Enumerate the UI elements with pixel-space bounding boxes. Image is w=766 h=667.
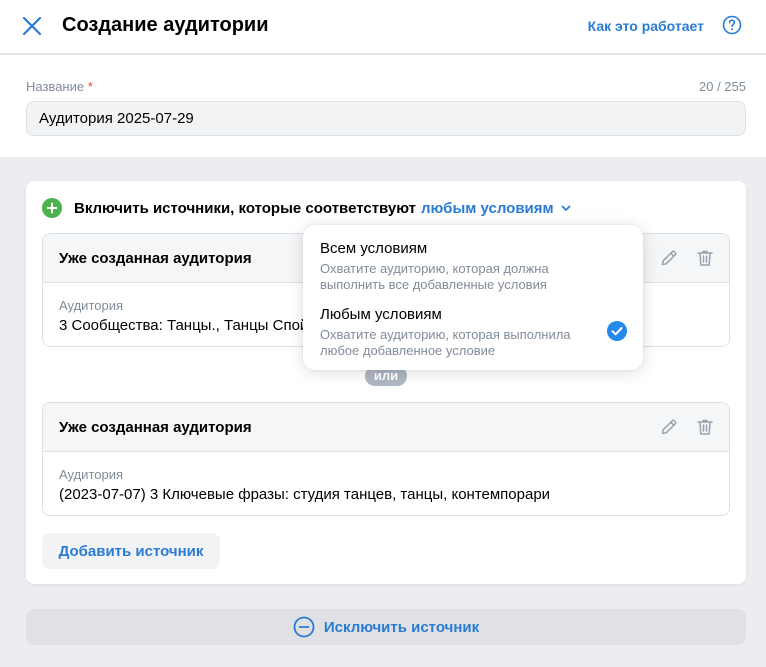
- trash-icon[interactable]: [695, 417, 715, 437]
- condition-selector[interactable]: любым условиям: [421, 200, 554, 217]
- source-title: Уже созданная аудитория: [59, 419, 252, 436]
- name-section: Название * 20 / 255: [0, 55, 766, 157]
- option-title: Всем условиям: [320, 240, 428, 257]
- page-title: Создание аудитории: [62, 14, 269, 36]
- source-value: (2023-07-07) 3 Ключевые фразы: студия та…: [59, 486, 551, 503]
- source-card: Уже созданная аудитория Аудитория (2023-…: [42, 402, 730, 516]
- pencil-icon[interactable]: [659, 417, 679, 437]
- option-description: Охватите аудиторию, которая выполнила лю…: [320, 327, 571, 358]
- plus-circle-icon: [42, 198, 62, 218]
- chevron-down-icon[interactable]: [560, 202, 572, 214]
- required-mark: *: [87, 79, 93, 94]
- check-circle-icon: [607, 321, 627, 341]
- option-title: Любым условиям: [320, 306, 442, 323]
- option-any-conditions[interactable]: Любым условиям Охватите аудиторию, котор…: [320, 306, 636, 359]
- name-char-counter: 20 / 255: [699, 79, 746, 94]
- source-label: Аудитория: [59, 467, 124, 482]
- name-label: Название *: [26, 79, 93, 94]
- audience-name-input[interactable]: [26, 101, 746, 136]
- exclude-source-button[interactable]: Исключить источник: [26, 609, 746, 645]
- include-condition-row: Включить источники, которые соответствую…: [42, 198, 572, 218]
- header: Создание аудитории Как это работает: [0, 0, 766, 54]
- source-label: Аудитория: [59, 298, 124, 313]
- option-description: Охватите аудиторию, которая должна выпол…: [320, 261, 549, 292]
- question-circle-icon[interactable]: [722, 15, 742, 35]
- source-title: Уже созданная аудитория: [59, 250, 252, 267]
- pencil-icon[interactable]: [659, 248, 679, 268]
- include-text: Включить источники, которые соответствую…: [74, 199, 417, 217]
- minus-circle-icon: [293, 616, 315, 638]
- source-value: 3 Сообщества: Танцы., Танцы Спой: [59, 317, 309, 334]
- option-all-conditions[interactable]: Всем условиям Охватите аудиторию, котора…: [320, 240, 636, 293]
- close-icon[interactable]: [20, 14, 44, 38]
- trash-icon[interactable]: [695, 248, 715, 268]
- add-source-button[interactable]: Добавить источник: [42, 533, 220, 569]
- exclude-source-label: Исключить источник: [323, 618, 480, 636]
- how-it-works-link[interactable]: Как это работает: [588, 18, 704, 34]
- source-header: Уже созданная аудитория: [43, 403, 729, 452]
- condition-dropdown: Всем условиям Охватите аудиторию, котора…: [303, 225, 643, 370]
